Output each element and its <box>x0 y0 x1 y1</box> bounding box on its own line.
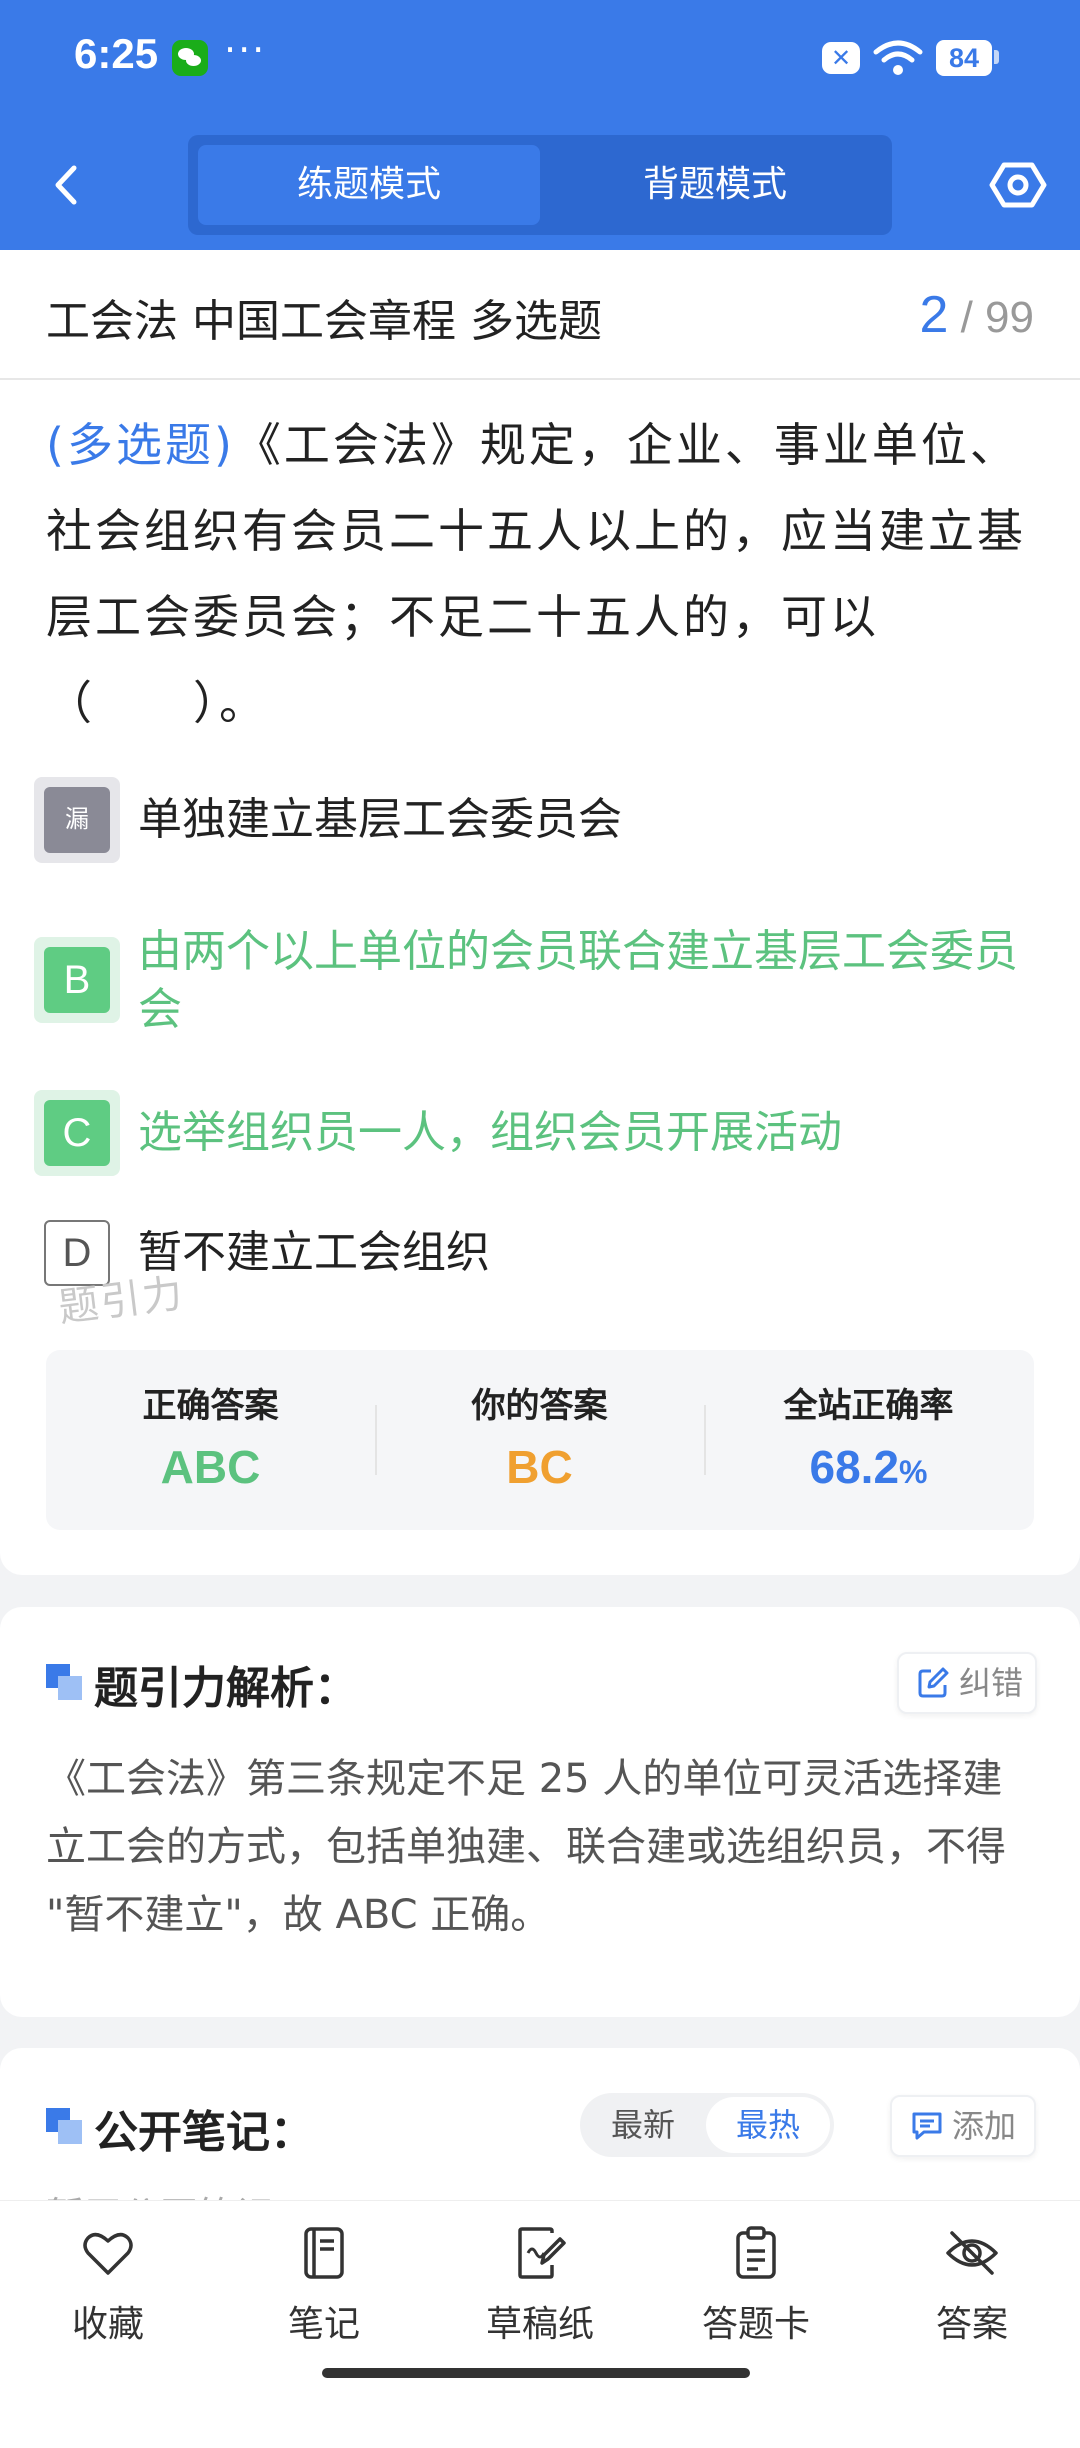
add-note-button[interactable]: 添加 <box>890 2095 1036 2157</box>
notes-sort-toggle: 最新 最热 <box>580 2093 834 2157</box>
question-text: (多选题)《工会法》规定，企业、事业单位、社会组织有会员二十五人以上的，应当建立… <box>46 402 1036 746</box>
wechat-icon <box>172 40 208 76</box>
report-error-button[interactable]: 纠错 <box>897 1652 1037 1714</box>
divider <box>0 378 1080 380</box>
option-a-text: 单独建立基层工会委员会 <box>138 794 622 845</box>
heart-icon <box>83 2232 133 2275</box>
accuracy-rate-unit: % <box>899 1454 928 1490</box>
tab-recite-mode[interactable]: 背题模式 <box>550 145 880 225</box>
edit-icon <box>918 1667 949 1698</box>
more-notifications-icon: ··· <box>224 28 267 72</box>
option-a[interactable]: 漏 单独建立基层工会委员会 <box>34 777 1044 863</box>
your-answer-stat: 你的答案 BC <box>375 1350 704 1530</box>
section-icon <box>46 1664 82 1700</box>
option-badge-missed: 漏 <box>34 777 120 863</box>
option-c-text: 选举组织员一人，组织会员开展活动 <box>138 1107 842 1158</box>
sort-hottest-button[interactable]: 最热 <box>706 2097 830 2153</box>
total-questions: / 99 <box>960 293 1034 342</box>
no-sim-icon: ✕ <box>822 42 860 74</box>
report-error-label: 纠错 <box>959 1664 1024 1702</box>
add-note-label: 添加 <box>952 2107 1017 2145</box>
correct-answer-label: 正确答案 <box>142 1386 279 1426</box>
question-category-title: 工会法 中国工会章程 多选题 <box>46 296 602 347</box>
option-b-letter: B <box>44 947 110 1013</box>
scratch-paper-label: 草稿纸 <box>485 2304 594 2345</box>
accuracy-rate-label: 全站正确率 <box>783 1386 954 1426</box>
option-c[interactable]: C 选举组织员一人，组织会员开展活动 <box>34 1090 1044 1176</box>
your-answer-label: 你的答案 <box>471 1386 608 1426</box>
accuracy-rate-stat: 全站正确率 68.2% <box>704 1350 1033 1530</box>
answer-sheet-label: 答题卡 <box>701 2304 810 2345</box>
show-answer-label: 答案 <box>935 2304 1008 2345</box>
question-counter[interactable]: 2 / 99 <box>919 285 1034 345</box>
your-answer-value: BC <box>506 1441 573 1493</box>
analysis-title: 题引力解析： <box>94 1663 358 1714</box>
option-b-text: 由两个以上单位的会员联合建立基层工会委员会 <box>138 926 1018 1035</box>
tab-practice-mode[interactable]: 练题模式 <box>198 145 540 225</box>
correct-answer-value: ABC <box>160 1441 261 1493</box>
clipboard-icon <box>736 2226 776 2279</box>
battery-icon: 84 <box>936 40 992 76</box>
option-badge-c: C <box>34 1090 120 1176</box>
battery-tip <box>994 50 999 64</box>
current-question-number: 2 <box>919 286 949 344</box>
section-icon <box>46 2108 82 2144</box>
accuracy-rate-number: 68.2 <box>809 1441 900 1493</box>
favorite-button[interactable]: 收藏 <box>18 2225 198 2355</box>
wifi-icon <box>873 40 923 75</box>
answer-stats: 正确答案 ABC 你的答案 BC 全站正确率 68.2% <box>46 1350 1034 1530</box>
show-answer-button[interactable]: 答案 <box>882 2225 1062 2355</box>
sort-latest-button[interactable]: 最新 <box>580 2093 706 2157</box>
eye-off-icon <box>946 2231 998 2275</box>
option-b[interactable]: B 由两个以上单位的会员联合建立基层工会委员会 <box>34 926 1044 1057</box>
scratch-paper-button[interactable]: 草稿纸 <box>450 2225 630 2355</box>
notes-label: 笔记 <box>287 2304 360 2345</box>
home-indicator[interactable] <box>322 2368 750 2378</box>
notes-title: 公开笔记： <box>94 2107 314 2158</box>
option-badge-b: B <box>34 937 120 1023</box>
notebook-icon <box>304 2227 344 2279</box>
analysis-text: 《工会法》第三条规定不足 25 人的单位可灵活选择建立工会的方式，包括单独建、联… <box>46 1756 1006 1938</box>
option-d[interactable]: D 暂不建立工会组织 <box>34 1210 1044 1296</box>
draft-paper-icon <box>518 2227 566 2279</box>
back-button[interactable] <box>40 150 90 220</box>
question-type-label: (多选题) <box>46 418 235 472</box>
missed-badge-label: 漏 <box>44 787 110 853</box>
option-d-text: 暂不建立工会组织 <box>138 1227 490 1278</box>
status-time: 6:25 <box>74 30 159 77</box>
favorite-label: 收藏 <box>71 2304 144 2345</box>
notes-button[interactable]: 笔记 <box>234 2225 414 2355</box>
settings-icon[interactable] <box>988 155 1048 215</box>
correct-answer-stat: 正确答案 ABC <box>46 1350 375 1530</box>
comment-icon <box>912 2112 942 2140</box>
answer-sheet-button[interactable]: 答题卡 <box>666 2225 846 2355</box>
accuracy-rate-value: 68.2% <box>704 1440 1033 1494</box>
option-c-letter: C <box>44 1100 110 1166</box>
